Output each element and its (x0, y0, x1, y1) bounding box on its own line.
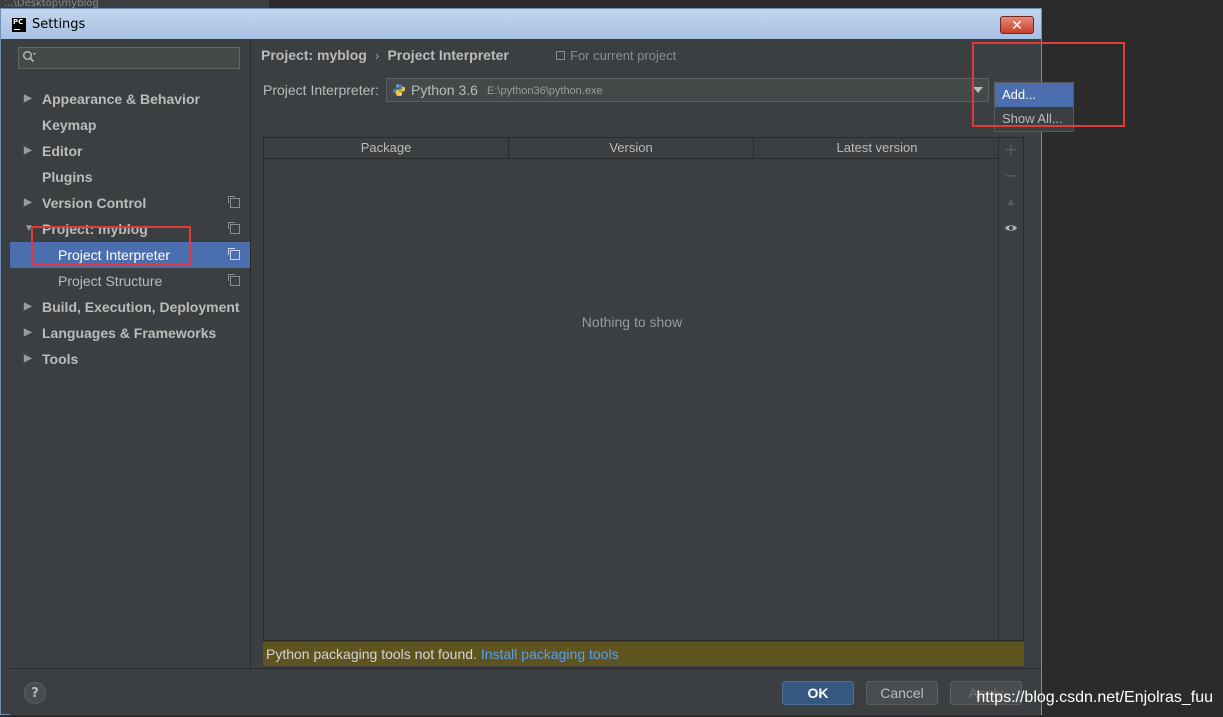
chevron-right-icon[interactable]: ▶ (24, 190, 32, 216)
column-header-version[interactable]: Version (509, 138, 754, 158)
sidebar-item-project-structure[interactable]: Project Structure (10, 268, 250, 294)
sidebar-item-version-control[interactable]: ▶ Version Control (10, 190, 250, 216)
upgrade-package-icon[interactable]: ▲ (999, 190, 1023, 214)
sidebar-item-project-myblog[interactable]: ▼ Project: myblog (10, 216, 250, 242)
background-window-title: ...\Desktop\myblog (0, 0, 269, 8)
settings-dialog: PC Settings ✕ ▶ Appearance & Behavior Keym… (0, 8, 1074, 715)
show-early-releases-icon[interactable] (999, 216, 1023, 240)
sidebar-item-label: Build, Execution, Deployment (42, 299, 240, 315)
close-button[interactable]: ✕ (1000, 16, 1034, 34)
chevron-right-icon[interactable]: ▶ (24, 320, 32, 346)
interpreter-name: Python 3.6 (411, 82, 478, 98)
interpreter-label: Project Interpreter: (263, 82, 379, 98)
scope-note-text: For current project (570, 48, 677, 63)
sidebar-item-label: Appearance & Behavior (42, 91, 200, 107)
sidebar-item-plugins[interactable]: Plugins (10, 164, 250, 190)
project-scope-icon (556, 51, 565, 60)
sidebar-item-keymap[interactable]: Keymap (10, 112, 250, 138)
sidebar-item-label: Project Structure (58, 273, 163, 289)
install-packaging-tools-link[interactable]: Install packaging tools (481, 646, 619, 662)
interpreter-select[interactable]: Python 3.6 E:\python36\python.exe (386, 78, 989, 102)
sidebar-item-label: Plugins (42, 169, 93, 185)
cancel-button[interactable]: Cancel (866, 681, 938, 705)
sidebar-item-build-execution-deployment[interactable]: ▶ Build, Execution, Deployment (10, 294, 250, 320)
table-body: Nothing to show (264, 159, 1000, 640)
sidebar-item-label: Project: myblog (42, 221, 148, 237)
sidebar-item-label: Editor (42, 143, 83, 159)
empty-table-message: Nothing to show (581, 314, 683, 330)
python-icon (393, 84, 405, 96)
breadcrumb-separator: › (374, 47, 380, 63)
settings-sidebar: ▶ Appearance & Behavior Keymap ▶ Editor Plugi… (10, 39, 251, 668)
settings-search-input[interactable] (18, 47, 240, 69)
sidebar-item-languages-frameworks[interactable]: ▶ Languages & Frameworks (10, 320, 250, 346)
ok-button[interactable]: OK (782, 681, 854, 705)
chevron-right-icon[interactable]: ▶ (24, 86, 32, 112)
title-bar: PC Settings ✕ (1, 9, 1041, 39)
main-panel: Project: myblog › Project Interpreter For … (251, 39, 1074, 668)
sidebar-item-project-interpreter[interactable]: Project Interpreter (10, 242, 250, 268)
sidebar-item-label: Tools (42, 351, 79, 367)
chevron-down-icon[interactable] (973, 87, 983, 93)
sidebar-item-label: Version Control (42, 195, 147, 211)
sidebar-item-editor[interactable]: ▶ Editor (10, 138, 250, 164)
chevron-right-icon[interactable]: ▶ (24, 138, 32, 164)
scope-note: For current project (556, 48, 676, 63)
interpreter-gear-menu: Add... Show All... (994, 82, 1074, 132)
sidebar-item-label: Languages & Frameworks (42, 325, 217, 341)
table-toolbar: + − ▲ (998, 138, 1023, 640)
column-header-package[interactable]: Package (264, 138, 509, 158)
add-package-icon[interactable]: + (999, 138, 1023, 162)
window-title: Settings (32, 17, 86, 32)
breadcrumb: Project: myblog › Project Interpreter (261, 47, 509, 65)
search-icon (23, 51, 36, 63)
menu-item-show-all[interactable]: Show All... (995, 107, 1073, 131)
project-scope-icon (228, 248, 240, 260)
project-scope-icon (228, 196, 240, 208)
sidebar-item-label: Keymap (42, 117, 97, 133)
packaging-warning-bar: Python packaging tools not found. Instal… (263, 642, 1024, 666)
interpreter-path: E:\python36\python.exe (487, 85, 603, 97)
menu-item-add[interactable]: Add... (995, 83, 1073, 107)
chevron-right-icon[interactable]: ▶ (24, 294, 32, 320)
project-scope-icon (228, 222, 240, 234)
breadcrumb-parent[interactable]: Project: myblog (261, 47, 367, 63)
sidebar-item-tools[interactable]: ▶ Tools (10, 346, 250, 372)
packages-table: Package Version Latest version Nothing t… (263, 137, 1024, 641)
pycharm-app-icon: PC (12, 18, 26, 32)
chevron-down-icon[interactable]: ▼ (24, 216, 34, 242)
project-scope-icon (228, 274, 240, 286)
breadcrumb-current: Project Interpreter (387, 47, 509, 63)
watermark: https://blog.csdn.net/Enjolras_fuu (976, 689, 1213, 706)
warning-text: Python packaging tools not found. (266, 646, 477, 662)
remove-package-icon[interactable]: − (999, 164, 1023, 188)
column-header-latest-version[interactable]: Latest version (754, 138, 1000, 158)
sidebar-item-label: Project Interpreter (58, 247, 171, 263)
help-button[interactable]: ? (24, 682, 46, 704)
sidebar-item-appearance-behavior[interactable]: ▶ Appearance & Behavior (10, 86, 250, 112)
chevron-right-icon[interactable]: ▶ (24, 346, 32, 372)
table-header: Package Version Latest version (264, 138, 1000, 159)
dialog-footer: ? OK Cancel Apply (10, 668, 1041, 715)
